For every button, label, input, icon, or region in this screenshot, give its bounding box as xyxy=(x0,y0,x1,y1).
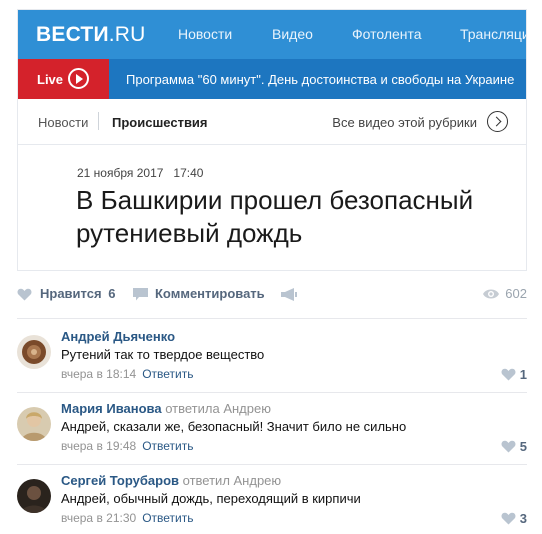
avatar[interactable] xyxy=(17,407,51,441)
subnav-incidents[interactable]: Происшествия xyxy=(112,115,208,130)
subnav-news[interactable]: Новости xyxy=(38,115,88,130)
comment-item: Мария Иванова ответила Андрею Андрей, ск… xyxy=(17,401,527,471)
article-datetime: 21 ноября 2017 17:40 xyxy=(77,166,203,180)
heart-icon xyxy=(501,512,516,525)
live-badge[interactable]: Live xyxy=(18,59,109,99)
reply-button[interactable]: Ответить xyxy=(142,511,193,525)
comment-like-count: 1 xyxy=(519,367,527,382)
chevron-right-icon[interactable] xyxy=(487,111,508,132)
reply-to-label: ответил Андрею xyxy=(182,473,282,488)
like-button[interactable]: Нравится 6 xyxy=(40,286,115,301)
views-count: 602 xyxy=(505,286,527,301)
comment-time: вчера в 19:48 xyxy=(61,439,137,453)
breadcrumb: Новости Происшествия Все видео этой рубр… xyxy=(18,99,526,145)
article-date: 21 ноября 2017 xyxy=(77,166,164,180)
comment-meta: вчера в 19:48 Ответить xyxy=(61,439,193,453)
reply-to-label: ответила Андрею xyxy=(165,401,271,416)
live-program-link[interactable]: Программа "60 минут". День достоинства и… xyxy=(126,72,514,87)
all-videos-link[interactable]: Все видео этой рубрики xyxy=(332,115,477,130)
comment-text: Андрей, сказали же, безопасный! Значит б… xyxy=(61,419,407,434)
comment-text: Андрей, обычный дождь, переходящий в кир… xyxy=(61,491,361,506)
like-count: 6 xyxy=(108,286,116,301)
reply-button[interactable]: Ответить xyxy=(142,439,193,453)
post-actions: Нравится 6 Комментировать 602 xyxy=(17,278,527,312)
eye-icon xyxy=(483,289,499,299)
article-title: В Башкирии прошел безопасный рутениевый … xyxy=(76,185,474,248)
comment-author[interactable]: Сергей Торубаров ответил Андрею xyxy=(61,473,281,488)
heart-icon[interactable] xyxy=(17,288,32,301)
play-icon xyxy=(68,68,89,89)
avatar[interactable] xyxy=(17,335,51,369)
comment-meta: вчера в 21:30 Ответить xyxy=(61,511,193,525)
comment-like-button[interactable]: 1 xyxy=(501,366,527,382)
comment-like-count: 3 xyxy=(519,511,527,526)
live-bar[interactable]: Live Программа "60 минут". День достоинс… xyxy=(18,59,526,99)
comment-item: Андрей Дьяченко Рутений так то твердое в… xyxy=(17,329,527,399)
comment-author[interactable]: Андрей Дьяченко xyxy=(61,329,175,344)
comment-meta: вчера в 18:14 Ответить xyxy=(61,367,193,381)
divider xyxy=(17,392,527,393)
comment-author[interactable]: Мария Иванова ответила Андрею xyxy=(61,401,271,416)
reply-button[interactable]: Ответить xyxy=(142,367,193,381)
comment-text: Рутений так то твердое вещество xyxy=(61,347,265,362)
heart-icon xyxy=(501,368,516,381)
comment-time: вчера в 21:30 xyxy=(61,511,137,525)
comment-item: Сергей Торубаров ответил Андрею Андрей, … xyxy=(17,473,527,534)
nav-photos[interactable]: Фотолента xyxy=(352,26,422,42)
nav-news[interactable]: Новости xyxy=(178,26,232,42)
heart-icon xyxy=(501,440,516,453)
nav-broadcasts[interactable]: Трансляци xyxy=(460,26,526,42)
comment-like-count: 5 xyxy=(519,439,527,454)
site-logo[interactable]: ВЕСТИ.RU xyxy=(36,23,146,46)
megaphone-icon[interactable] xyxy=(281,288,297,301)
divider xyxy=(17,318,527,319)
comment-time: вчера в 18:14 xyxy=(61,367,137,381)
comment-like-button[interactable]: 5 xyxy=(501,438,527,454)
nav-video[interactable]: Видео xyxy=(272,26,313,42)
avatar[interactable] xyxy=(17,479,51,513)
comment-button[interactable]: Комментировать xyxy=(155,286,265,301)
comment-icon[interactable] xyxy=(133,288,148,301)
subnav-divider xyxy=(98,112,99,130)
vesti-card: ВЕСТИ.RU Новости Видео Фотолента Трансля… xyxy=(17,9,527,271)
divider xyxy=(17,464,527,465)
comment-like-button[interactable]: 3 xyxy=(501,510,527,526)
article-time: 17:40 xyxy=(173,166,204,180)
live-label: Live xyxy=(37,72,64,87)
site-header: ВЕСТИ.RU Новости Видео Фотолента Трансля… xyxy=(18,10,526,59)
